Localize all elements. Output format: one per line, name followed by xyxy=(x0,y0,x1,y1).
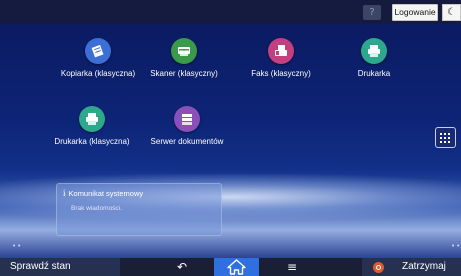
app-document-server[interactable]: Serwer dokumentów xyxy=(141,106,233,146)
copier-icon xyxy=(85,38,111,64)
check-status-button[interactable]: Sprawdź stan xyxy=(0,258,120,276)
document-server-icon xyxy=(174,106,200,132)
bottom-bar: Sprawdź stan ↶ ≡ Zatrzymaj xyxy=(0,258,461,276)
app-label: Faks (klasyczny) xyxy=(251,69,311,78)
top-bar: ? Logowanie ☾ xyxy=(0,0,461,24)
printer-icon xyxy=(79,106,105,132)
menu-icon[interactable]: ≡ xyxy=(278,258,306,276)
stop-label: Zatrzymaj xyxy=(402,261,446,272)
app-label: Drukarka xyxy=(357,69,391,78)
app-label: Skaner (klasyczny) xyxy=(150,69,218,78)
app-fax[interactable]: Faks (klasyczny) xyxy=(235,38,327,78)
fax-icon xyxy=(268,38,294,64)
app-scanner[interactable]: Skaner (klasyczny) xyxy=(138,38,230,78)
moon-icon[interactable]: ☾ xyxy=(442,4,461,21)
home-button[interactable] xyxy=(214,258,259,276)
app-printer[interactable]: Drukarka xyxy=(328,38,420,78)
page-indicator-right: •• xyxy=(451,242,461,250)
stop-button[interactable]: Zatrzymaj xyxy=(362,258,461,276)
stop-icon xyxy=(373,262,384,273)
message-title: i Komunikat systemowy xyxy=(63,188,144,198)
app-grid-button[interactable] xyxy=(435,127,456,148)
printer-icon xyxy=(361,38,387,64)
app-copier[interactable]: Kopiarka (klasyczna) xyxy=(52,38,144,78)
page-indicator-left: •• xyxy=(12,242,23,250)
home-icon xyxy=(227,259,246,275)
home-screen: Kopiarka (klasyczna) Skaner (klasyczny) … xyxy=(0,24,461,258)
system-message-widget[interactable]: i Komunikat systemowy Brak wiadomości. xyxy=(56,183,222,236)
info-icon: i xyxy=(63,188,66,198)
login-button[interactable]: Logowanie xyxy=(392,4,438,21)
app-printer-classic[interactable]: Drukarka (klasyczna) xyxy=(46,106,138,146)
help-button[interactable]: ? xyxy=(363,5,381,20)
app-label: Kopiarka (klasyczna) xyxy=(60,69,136,78)
message-body: Brak wiadomości. xyxy=(71,205,122,212)
app-label: Serwer dokumentów xyxy=(150,137,224,146)
back-icon[interactable]: ↶ xyxy=(168,258,196,276)
app-label: Drukarka (klasyczna) xyxy=(54,137,130,146)
scanner-icon xyxy=(171,38,197,64)
